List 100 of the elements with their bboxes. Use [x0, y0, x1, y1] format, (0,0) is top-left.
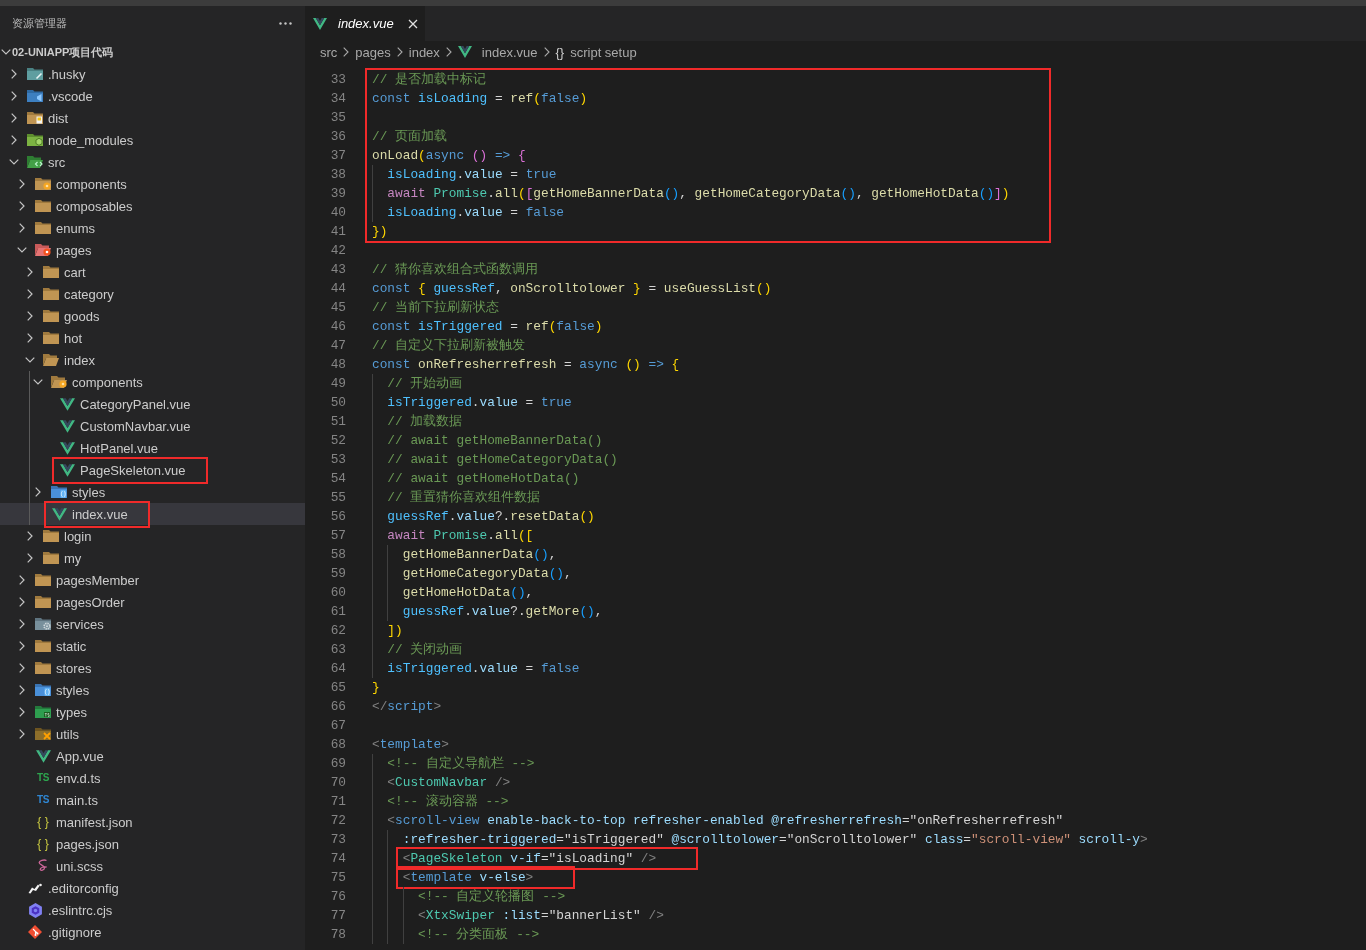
chevron-icon[interactable] — [27, 333, 33, 343]
tree-item[interactable]: dist — [0, 107, 305, 129]
tree-item[interactable]: TS main.ts — [0, 789, 305, 811]
line-number: 46 — [329, 318, 346, 336]
chevron-icon[interactable] — [25, 357, 35, 363]
chevron-icon[interactable] — [19, 707, 25, 717]
tree-item[interactable]: hot — [0, 327, 305, 349]
code-line: isLoading.value = true — [372, 165, 1010, 184]
tree-item[interactable]: components — [0, 371, 305, 393]
tree-item[interactable]: static — [0, 635, 305, 657]
tree-item[interactable]: index — [0, 349, 305, 371]
tree-item[interactable]: goods — [0, 305, 305, 327]
tree-item[interactable]: composables — [0, 195, 305, 217]
line-number: 40 — [329, 204, 346, 222]
tree-item[interactable]: enums — [0, 217, 305, 239]
tree-item[interactable]: CustomNavbar.vue — [0, 415, 305, 437]
tree-item[interactable]: uni.scss — [0, 855, 305, 877]
chevron-icon[interactable] — [27, 267, 33, 277]
tree-item[interactable]: components — [0, 173, 305, 195]
tree-item[interactable]: index.vue — [0, 503, 305, 525]
breadcrumb-item[interactable]: index — [408, 44, 440, 60]
tree-item[interactable]: pagesMember — [0, 569, 305, 591]
chevron-icon[interactable] — [11, 113, 17, 123]
tree-item[interactable]: stores — [0, 657, 305, 679]
tree-item[interactable]: CategoryPanel.vue — [0, 393, 305, 415]
tree-item[interactable]: node_modules — [0, 129, 305, 151]
tree-item[interactable]: pages — [0, 239, 305, 261]
tree-item[interactable]: my — [0, 547, 305, 569]
chevron-icon[interactable] — [11, 69, 17, 79]
chevron-icon[interactable] — [19, 663, 25, 673]
tree-item[interactable]: TS env.d.ts — [0, 767, 305, 789]
chevron-icon[interactable] — [19, 597, 25, 607]
tree-item[interactable]: src — [0, 151, 305, 173]
chevron-icon[interactable] — [1, 49, 11, 55]
tree-item[interactable]: styles — [0, 481, 305, 503]
tree-item[interactable]: utils — [0, 723, 305, 745]
code-line: <scroll-view enable-back-to-top refresher-enabled @refresherrefresh="onRefresherrefresh" — [372, 811, 1148, 830]
line-number: 62 — [329, 622, 346, 640]
line-number: 56 — [329, 508, 346, 526]
tree-item[interactable]: .eslintrc.cjs — [0, 899, 305, 921]
tree-item[interactable]: .gitignore — [0, 921, 305, 943]
vue-file-icon — [35, 749, 51, 763]
chevron-icon[interactable] — [11, 135, 17, 145]
chevron-icon[interactable] — [9, 159, 19, 165]
chevron-icon[interactable] — [19, 729, 25, 739]
tree-item[interactable]: types — [0, 701, 305, 723]
editor-tab[interactable]: index.vue — [305, 6, 425, 41]
tree-item[interactable]: login — [0, 525, 305, 547]
tree-item[interactable]: category — [0, 283, 305, 305]
tree-item[interactable]: pagesOrder — [0, 591, 305, 613]
project-folder[interactable]: 02-UNIAPP项目代码 — [0, 41, 305, 63]
chevron-icon[interactable] — [17, 247, 27, 253]
code-line: </script> — [372, 698, 443, 716]
breadcrumb-item[interactable]: {} script setup — [555, 44, 637, 60]
vue-file-icon — [59, 397, 75, 411]
tree-item[interactable]: { } pages.json — [0, 833, 305, 855]
code-line: // 页面加载 — [372, 128, 449, 146]
folder-icon — [35, 706, 51, 718]
code-line: <!-- 自定义轮播图 --> — [372, 887, 664, 906]
chevron-icon[interactable] — [11, 91, 17, 101]
code-line: getHomeHotData(), — [372, 583, 1148, 602]
tree-item[interactable]: styles — [0, 679, 305, 701]
more-icon[interactable] — [279, 22, 292, 25]
line-number: 78 — [329, 926, 346, 944]
tree-item[interactable]: .editorconfig — [0, 877, 305, 899]
tree-item[interactable]: .vscode — [0, 85, 305, 107]
vue-file-icon — [457, 46, 472, 58]
chevron-icon[interactable] — [33, 379, 43, 385]
tree-item[interactable]: cart — [0, 261, 305, 283]
chevron-icon[interactable] — [19, 179, 25, 189]
chevron-icon[interactable] — [19, 223, 25, 233]
open-folder-icon — [43, 354, 59, 366]
chevron-icon — [445, 47, 452, 57]
chevron-icon[interactable] — [27, 311, 33, 321]
chevron-icon[interactable] — [19, 619, 25, 629]
close-icon[interactable] — [407, 18, 418, 29]
tree-item[interactable]: App.vue — [0, 745, 305, 767]
tree-item[interactable]: services — [0, 613, 305, 635]
chevron-icon[interactable] — [35, 487, 41, 497]
tree-item[interactable]: { } manifest.json — [0, 811, 305, 833]
code-line: getHomeBannerData(), — [372, 545, 1148, 564]
chevron-icon[interactable] — [27, 553, 33, 563]
folder-icon — [43, 266, 59, 278]
chevron-icon[interactable] — [19, 685, 25, 695]
chevron-icon[interactable] — [27, 289, 33, 299]
open-code-folder-icon — [27, 156, 43, 168]
chevron-icon[interactable] — [19, 201, 25, 211]
panel-title: 资源管理器 — [12, 16, 67, 31]
chevron-icon[interactable] — [19, 575, 25, 585]
breadcrumb-item[interactable]: src — [320, 44, 338, 60]
breadcrumb-item[interactable]: pages — [355, 44, 391, 60]
chevron-icon[interactable] — [27, 531, 33, 541]
line-number: 47 — [329, 337, 346, 355]
line-number: 51 — [329, 413, 346, 431]
tree-item[interactable]: PageSkeleton.vue — [0, 459, 305, 481]
tree-item[interactable]: .husky — [0, 63, 305, 85]
breadcrumb-item[interactable]: index.vue — [457, 44, 538, 60]
line-number: 53 — [329, 451, 346, 469]
tree-item[interactable]: HotPanel.vue — [0, 437, 305, 459]
chevron-icon[interactable] — [19, 641, 25, 651]
